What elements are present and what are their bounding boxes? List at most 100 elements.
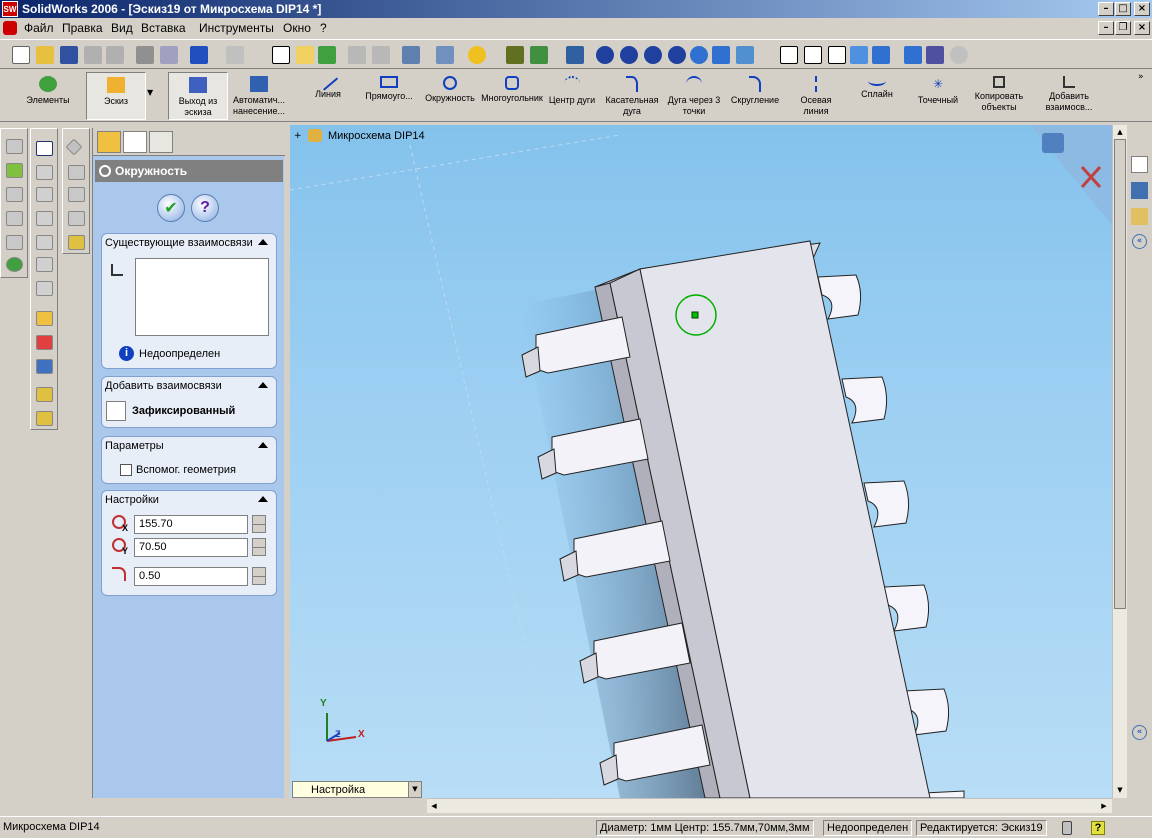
minimize-icon[interactable]: – (1098, 2, 1114, 16)
rotate-view-icon[interactable] (690, 46, 708, 64)
scroll-down-icon[interactable]: ▼ (1113, 783, 1127, 797)
standard-views-icon[interactable] (736, 46, 754, 64)
help-icon[interactable] (468, 46, 486, 64)
exit-sketch-corner-icon[interactable] (1042, 133, 1064, 153)
undo-icon[interactable] (190, 46, 208, 64)
shadows-icon[interactable] (904, 46, 922, 64)
polygon-button[interactable]: Многоугольник (481, 72, 543, 120)
document-menu-icon[interactable] (3, 21, 17, 35)
center-arc-button[interactable]: Центр дуги (544, 72, 600, 120)
features-tab-button[interactable]: Элементы (12, 72, 84, 120)
menu-insert[interactable]: Вставка (141, 18, 186, 38)
cube-hidden-icon[interactable] (36, 235, 53, 250)
configuration-dropdown[interactable]: Настройка ▼ (292, 781, 422, 798)
expand-pane-icon[interactable]: « (1132, 725, 1147, 740)
home-icon[interactable] (1131, 156, 1148, 173)
exit-sketch-button[interactable]: Выход из эскиза (168, 72, 228, 120)
configuration-manager-tab[interactable] (149, 131, 173, 153)
layer-stack-icon[interactable] (36, 411, 53, 426)
sketch-blocks-icon[interactable] (36, 359, 53, 374)
feature-manager-tab[interactable] (97, 131, 121, 153)
shell-icon[interactable] (6, 235, 23, 250)
open-icon[interactable] (36, 46, 54, 64)
horizontal-scrollbar[interactable]: ◀ ▶ (427, 798, 1112, 813)
rectangle-button[interactable]: Прямоуго... (360, 72, 418, 120)
face-icon[interactable] (36, 165, 53, 180)
coordinate-system-icon[interactable] (68, 187, 85, 202)
relations-list[interactable] (135, 258, 269, 336)
zoom-area-icon[interactable] (620, 46, 638, 64)
tangent-arc-button[interactable]: Касательная дуга (602, 72, 662, 120)
axis-icon[interactable] (68, 165, 85, 180)
redo-icon[interactable] (226, 46, 244, 64)
reference-point-icon[interactable] (68, 211, 85, 226)
zoom-fit-icon[interactable] (596, 46, 614, 64)
select-arrow-icon[interactable] (272, 46, 290, 64)
display-relations-icon[interactable] (530, 46, 548, 64)
helix-icon[interactable] (6, 257, 23, 272)
revolve-icon[interactable] (6, 163, 23, 178)
sketch-plus-icon[interactable] (36, 335, 53, 350)
cube-shaded-icon[interactable] (36, 257, 53, 272)
copy-entities-button[interactable]: Копировать объекты (970, 72, 1028, 120)
zoom-selection-icon[interactable] (668, 46, 686, 64)
mate-reference-icon[interactable] (68, 235, 85, 250)
doc-minimize-icon[interactable]: – (1098, 21, 1114, 35)
menu-view[interactable]: Вид (111, 18, 133, 38)
menu-tools[interactable]: Инструменты (199, 18, 274, 38)
shaded-icon[interactable] (872, 46, 890, 64)
collapse-pane-icon[interactable]: « (1132, 234, 1147, 249)
doc-close-icon[interactable]: × (1134, 21, 1150, 35)
grid-snap-icon[interactable] (506, 46, 524, 64)
box-icon[interactable] (36, 141, 53, 156)
extrude-icon[interactable] (6, 139, 23, 154)
scroll-up-icon[interactable]: ▲ (1113, 125, 1127, 139)
collapse-arrow-icon[interactable] (258, 382, 268, 388)
center-x-spinner[interactable] (252, 515, 266, 533)
point-button[interactable]: ✳ Точечный (908, 72, 968, 120)
fixed-relation-icon[interactable] (106, 401, 126, 421)
print-preview-icon[interactable] (84, 46, 102, 64)
menu-file[interactable]: Файл (24, 18, 54, 38)
print-icon[interactable] (136, 46, 154, 64)
radius-spinner[interactable] (252, 567, 266, 585)
sketch-rebuild-icon[interactable] (296, 46, 314, 64)
cube-faded-icon[interactable] (36, 281, 53, 296)
layer-icon[interactable] (36, 387, 53, 402)
measure-icon[interactable] (402, 46, 420, 64)
menu-window[interactable]: Окно (283, 18, 311, 38)
hidden-lines-visible-icon[interactable] (804, 46, 822, 64)
sketch-pencil-icon[interactable] (36, 311, 53, 326)
center-y-input[interactable]: 70.50 (134, 538, 248, 557)
ok-button[interactable]: ✔ (157, 194, 185, 222)
preview-icon[interactable] (160, 46, 178, 64)
help-button[interactable]: ? (191, 194, 219, 222)
scroll-left-icon[interactable]: ◀ (427, 799, 441, 813)
drawing-icon[interactable] (372, 46, 390, 64)
collapse-arrow-icon[interactable] (258, 239, 268, 245)
fillet-button[interactable]: Скругление (726, 72, 784, 120)
new-document-icon[interactable] (12, 46, 30, 64)
circle-center-point[interactable] (691, 311, 699, 319)
property-manager-tab[interactable] (123, 131, 147, 153)
pan-icon[interactable] (712, 46, 730, 64)
radius-input[interactable]: 0.50 (134, 567, 248, 586)
file-properties-icon[interactable] (348, 46, 366, 64)
block-icon[interactable] (36, 187, 53, 202)
center-x-input[interactable]: 155.70 (134, 515, 248, 534)
realview-icon[interactable] (950, 46, 968, 64)
chevron-down-icon[interactable]: ▼ (408, 782, 421, 797)
quick-tips-icon[interactable]: ? (1091, 821, 1105, 835)
scroll-thumb[interactable] (1114, 139, 1126, 609)
rebuild-light-icon[interactable] (1062, 821, 1072, 835)
line-button[interactable]: Линия (300, 71, 356, 120)
shaded-with-edges-icon[interactable] (850, 46, 868, 64)
rebuild-icon[interactable] (318, 46, 336, 64)
graphics-viewport[interactable]: + Микросхема DIP14 Y X Z Настройка ▼ (290, 125, 1112, 798)
sketch-tab-button[interactable]: Эскиз (86, 72, 146, 120)
maximize-icon[interactable]: □ (1115, 2, 1131, 16)
construction-geometry-checkbox[interactable] (120, 464, 132, 476)
three-point-arc-button[interactable]: Дуга через 3 точки (664, 72, 724, 120)
instant-view-icon[interactable] (566, 46, 584, 64)
options-icon[interactable] (106, 46, 124, 64)
